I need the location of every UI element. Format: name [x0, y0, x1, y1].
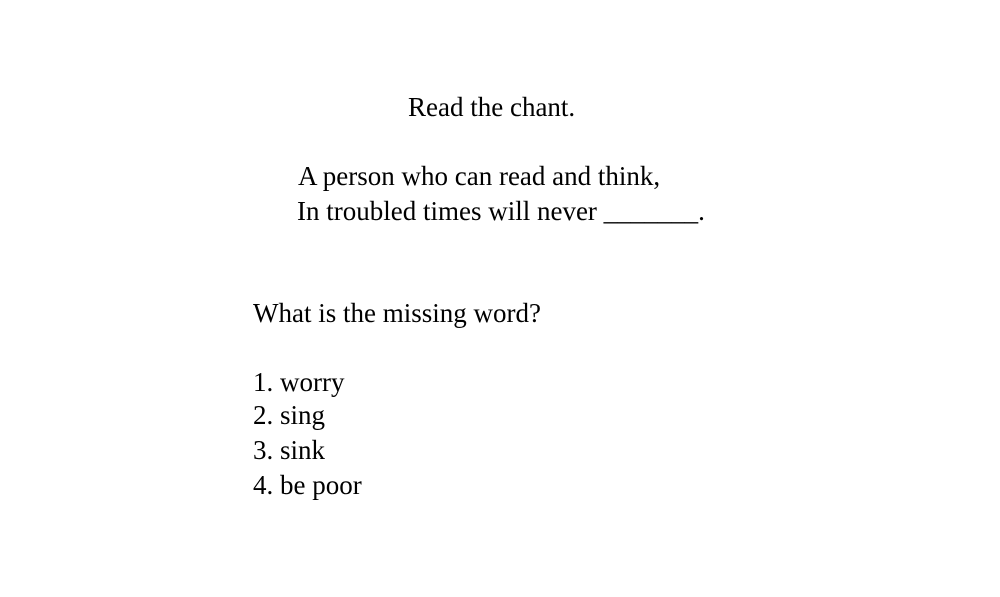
answer-option-1: 1. worry	[253, 367, 345, 397]
answer-option-4: 4. be poor	[253, 470, 362, 500]
answer-option-3: 3. sink	[253, 435, 326, 465]
chant-line-2: In troubled times will never _______.	[297, 196, 705, 226]
question-text: What is the missing word?	[253, 298, 541, 328]
instruction-text: Read the chant.	[408, 92, 576, 122]
answer-option-2: 2. sing	[253, 400, 326, 430]
chant-line-1: A person who can read and think,	[298, 161, 661, 191]
